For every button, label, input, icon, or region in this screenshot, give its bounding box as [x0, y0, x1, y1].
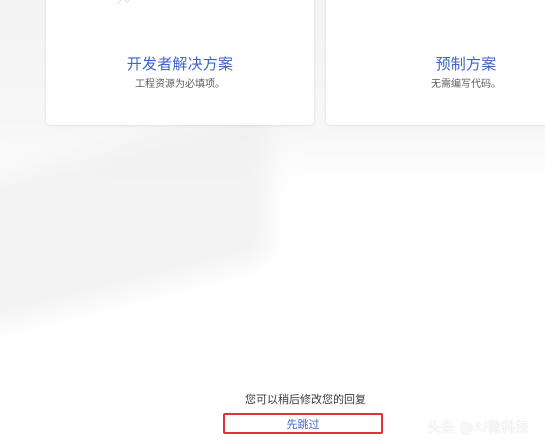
preset-solution-title: 预制方案 [435, 55, 497, 73]
watermark-text: 头条 @AI微科技 [427, 420, 530, 436]
setup-page: 开发者解决方案 工程资源为必填项。 预制方案 无需编写代码。 您可以稍后修改您的… [0, 0, 545, 447]
developer-solution-subtitle: 工程资源为必填项。 [135, 79, 225, 90]
skip-button[interactable]: 先跳过 [223, 413, 383, 434]
developer-solution-card[interactable]: 开发者解决方案 工程资源为必填项。 [46, 0, 314, 125]
preset-solution-card[interactable]: 预制方案 无需编写代码。 [326, 0, 545, 125]
background-shape [0, 107, 270, 333]
later-change-note: 您可以稍后修改您的回复 [245, 393, 366, 406]
watermark: 头条 @AI微科技 [427, 416, 529, 438]
developer-tool-icon [116, 0, 137, 5]
developer-solution-title: 开发者解决方案 [126, 55, 234, 73]
preset-solution-subtitle: 无需编写代码。 [431, 79, 501, 90]
